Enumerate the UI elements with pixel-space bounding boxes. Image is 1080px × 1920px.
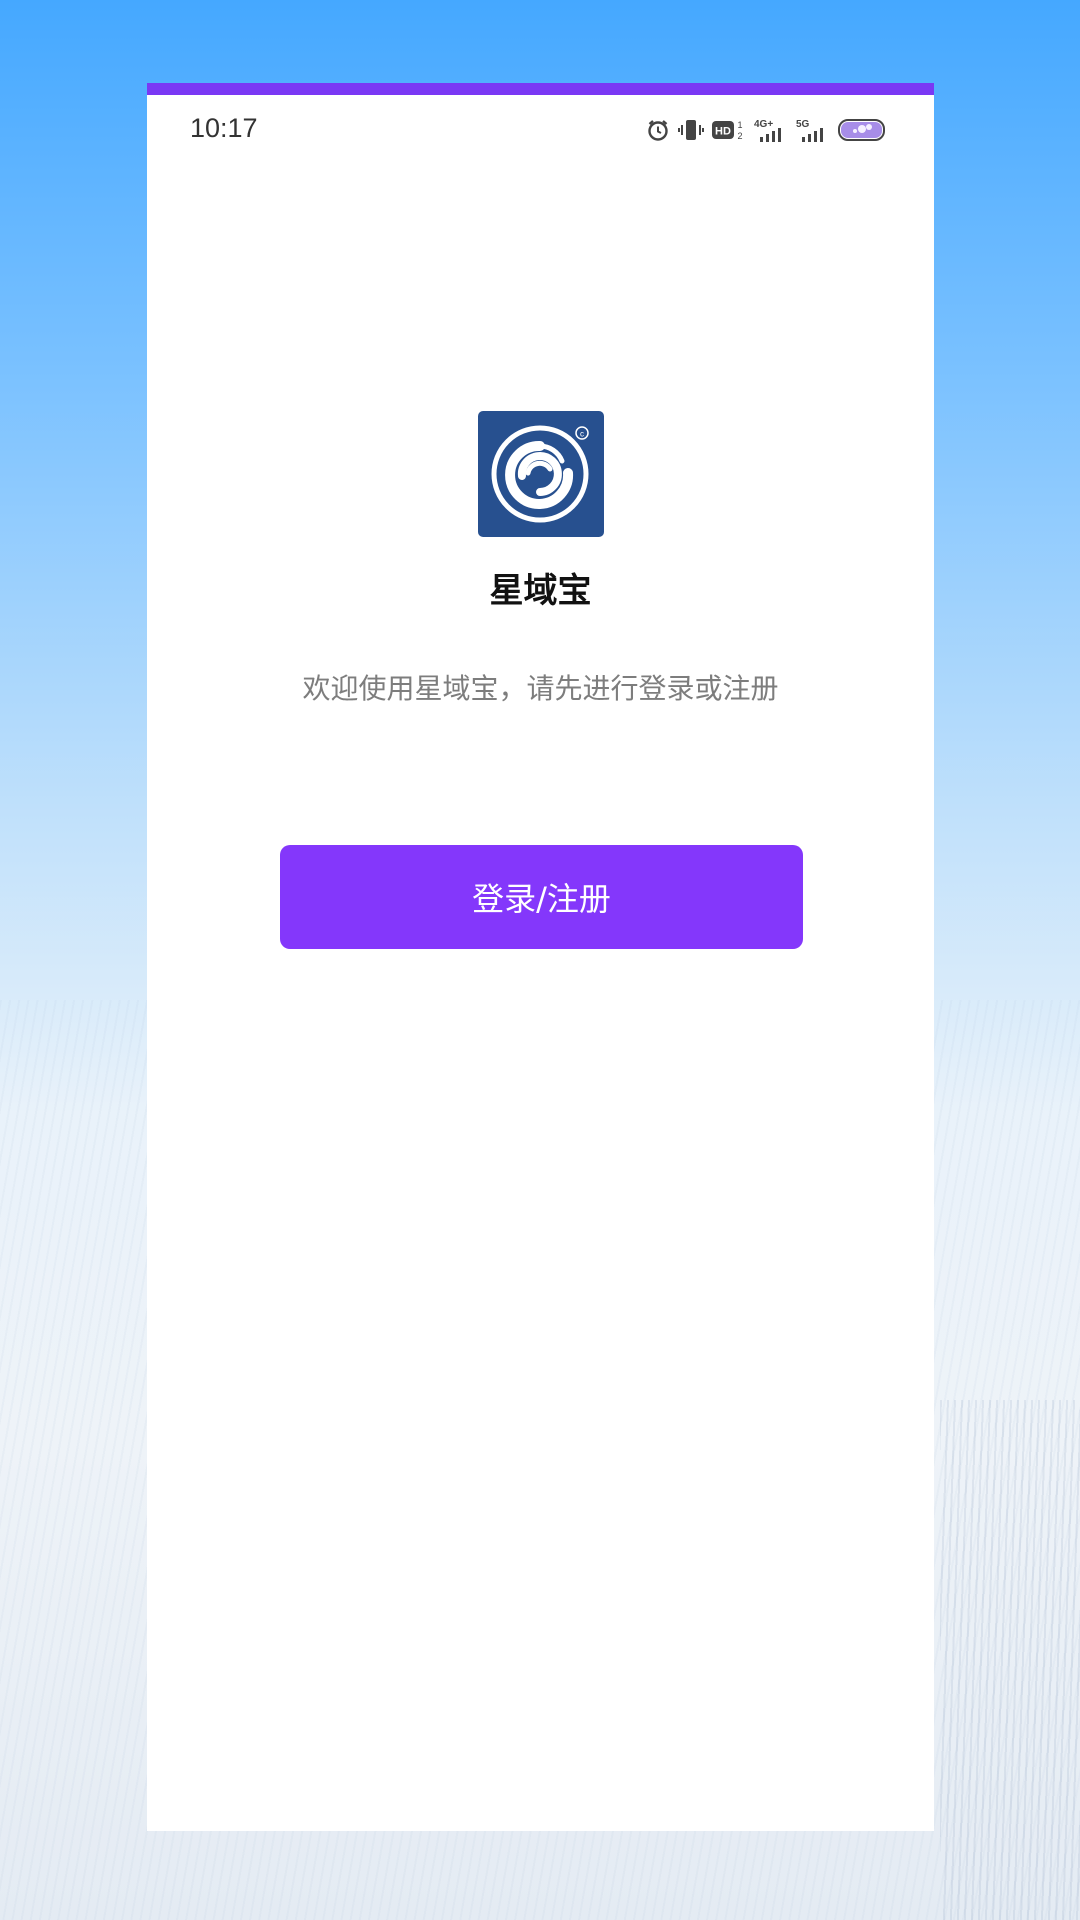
vibrate-icon	[678, 118, 704, 142]
status-bar: 10:17 HD 1 2 4G+ 5G	[147, 95, 934, 155]
status-time: 10:17	[190, 113, 258, 143]
app-name: 星域宝	[489, 571, 592, 611]
svg-text:2: 2	[737, 131, 742, 141]
login-register-button[interactable]: 登录/注册	[280, 845, 803, 949]
svg-text:1: 1	[737, 120, 742, 130]
welcome-text: 欢迎使用星域宝，请先进行登录或注册	[302, 672, 779, 705]
svg-text:c: c	[580, 430, 584, 439]
svg-text:4G+: 4G+	[754, 119, 773, 130]
signal-5g-icon: 5G	[796, 117, 830, 143]
status-icons: HD 1 2 4G+ 5G	[646, 117, 886, 143]
phone-screen: 10:17 HD 1 2 4G+ 5G c 星域宝 欢迎使用星域宝，请先进行登录…	[147, 83, 934, 1831]
svg-text:HD: HD	[715, 126, 731, 138]
hd-icon: HD 1 2	[712, 118, 746, 142]
background-pattern-right	[940, 1400, 1080, 1920]
signal-4g-icon: 4G+	[754, 117, 788, 143]
svg-text:5G: 5G	[796, 119, 810, 130]
battery-icon	[838, 118, 886, 142]
app-logo: c	[478, 411, 604, 537]
alarm-icon	[646, 118, 670, 142]
